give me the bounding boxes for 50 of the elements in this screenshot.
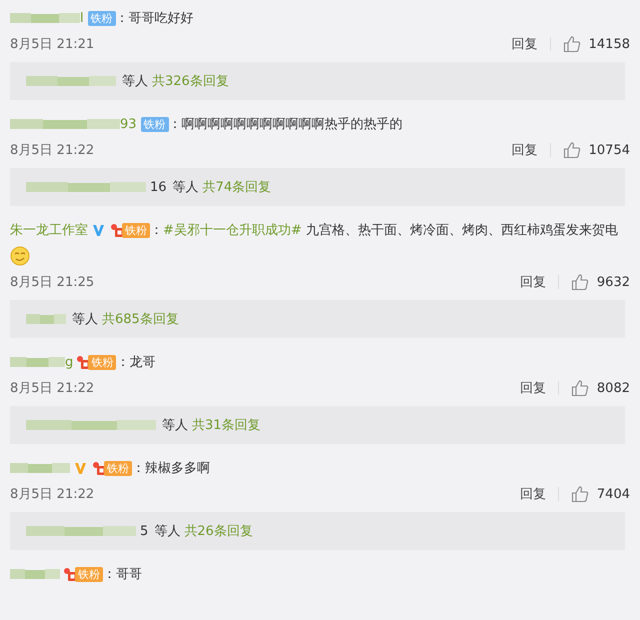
comment-text: ：哥哥: [103, 567, 142, 582]
timestamp: 8月5日 21:25: [10, 274, 94, 291]
like-count: 8082: [596, 380, 630, 396]
comment-text: ：龙哥: [116, 355, 156, 370]
reply-link[interactable]: 回复: [512, 141, 538, 159]
replies-panel[interactable]: 等人 共685条回复: [10, 300, 625, 338]
comment-text: ：啊啊啊啊啊啊啊啊啊啊啊热乎的热乎的: [168, 117, 403, 132]
thumbs-up-icon[interactable]: [562, 35, 581, 53]
others-label: 等人: [122, 73, 148, 90]
pixelated-name: [26, 312, 66, 326]
thumbs-up-icon[interactable]: [570, 485, 589, 503]
fan-badge: 铁粉: [104, 460, 132, 476]
comment-text: ：辣椒多多啊: [132, 461, 210, 476]
replies-panel[interactable]: 等人 共31条回复: [10, 406, 625, 444]
fan-badge: 铁粉: [75, 566, 103, 582]
like-count: 9632: [596, 274, 630, 290]
others-label: 等人: [72, 311, 98, 328]
timestamp: 8月5日 21:22: [10, 142, 94, 159]
pixelated-name: [10, 11, 80, 26]
like-count: 14158: [588, 36, 630, 52]
others-label: 等人: [154, 523, 180, 540]
pixelated-name: [10, 567, 60, 582]
thumbs-up-icon[interactable]: [562, 141, 581, 159]
like-count: 7404: [596, 486, 630, 502]
fan-badge: 铁粉: [140, 116, 169, 132]
comment-text: ：哥哥吃好好: [116, 11, 194, 26]
others-label: 等人: [172, 179, 199, 196]
pixelated-name: [10, 461, 70, 476]
timestamp: 8月5日 21:22: [10, 380, 94, 397]
username-fragment: 16: [150, 180, 167, 194]
fan-badge: 铁粉: [122, 222, 150, 238]
fan-badge: 铁粉: [88, 354, 116, 370]
reply-link[interactable]: 回复: [520, 485, 546, 503]
username-fragment: 5: [140, 524, 148, 538]
pixelated-name: [10, 355, 65, 370]
replies-panel[interactable]: 5 等人 共26条回复: [10, 512, 625, 550]
timestamp: 8月5日 21:21: [10, 36, 94, 53]
reply-link[interactable]: 回复: [512, 35, 538, 53]
like-count: 10754: [588, 142, 630, 158]
comment-text: 九宫格、热干面、烤冷面、烤肉、西红柿鸡蛋发来贺电: [304, 223, 618, 238]
replies-panel[interactable]: 等人 共326条回复: [10, 62, 625, 100]
comment-text: ：: [150, 223, 163, 238]
timestamp: 8月5日 21:22: [10, 486, 94, 503]
thumbs-up-icon[interactable]: [570, 273, 589, 291]
reply-link[interactable]: 回复: [520, 379, 546, 397]
replies-panel[interactable]: 16 等人 共74条回复: [10, 168, 625, 206]
fan-badge: 铁粉: [88, 10, 116, 26]
thumbs-up-icon[interactable]: [570, 379, 589, 397]
reply-link[interactable]: 回复: [520, 273, 546, 291]
others-label: 等人: [162, 417, 188, 434]
